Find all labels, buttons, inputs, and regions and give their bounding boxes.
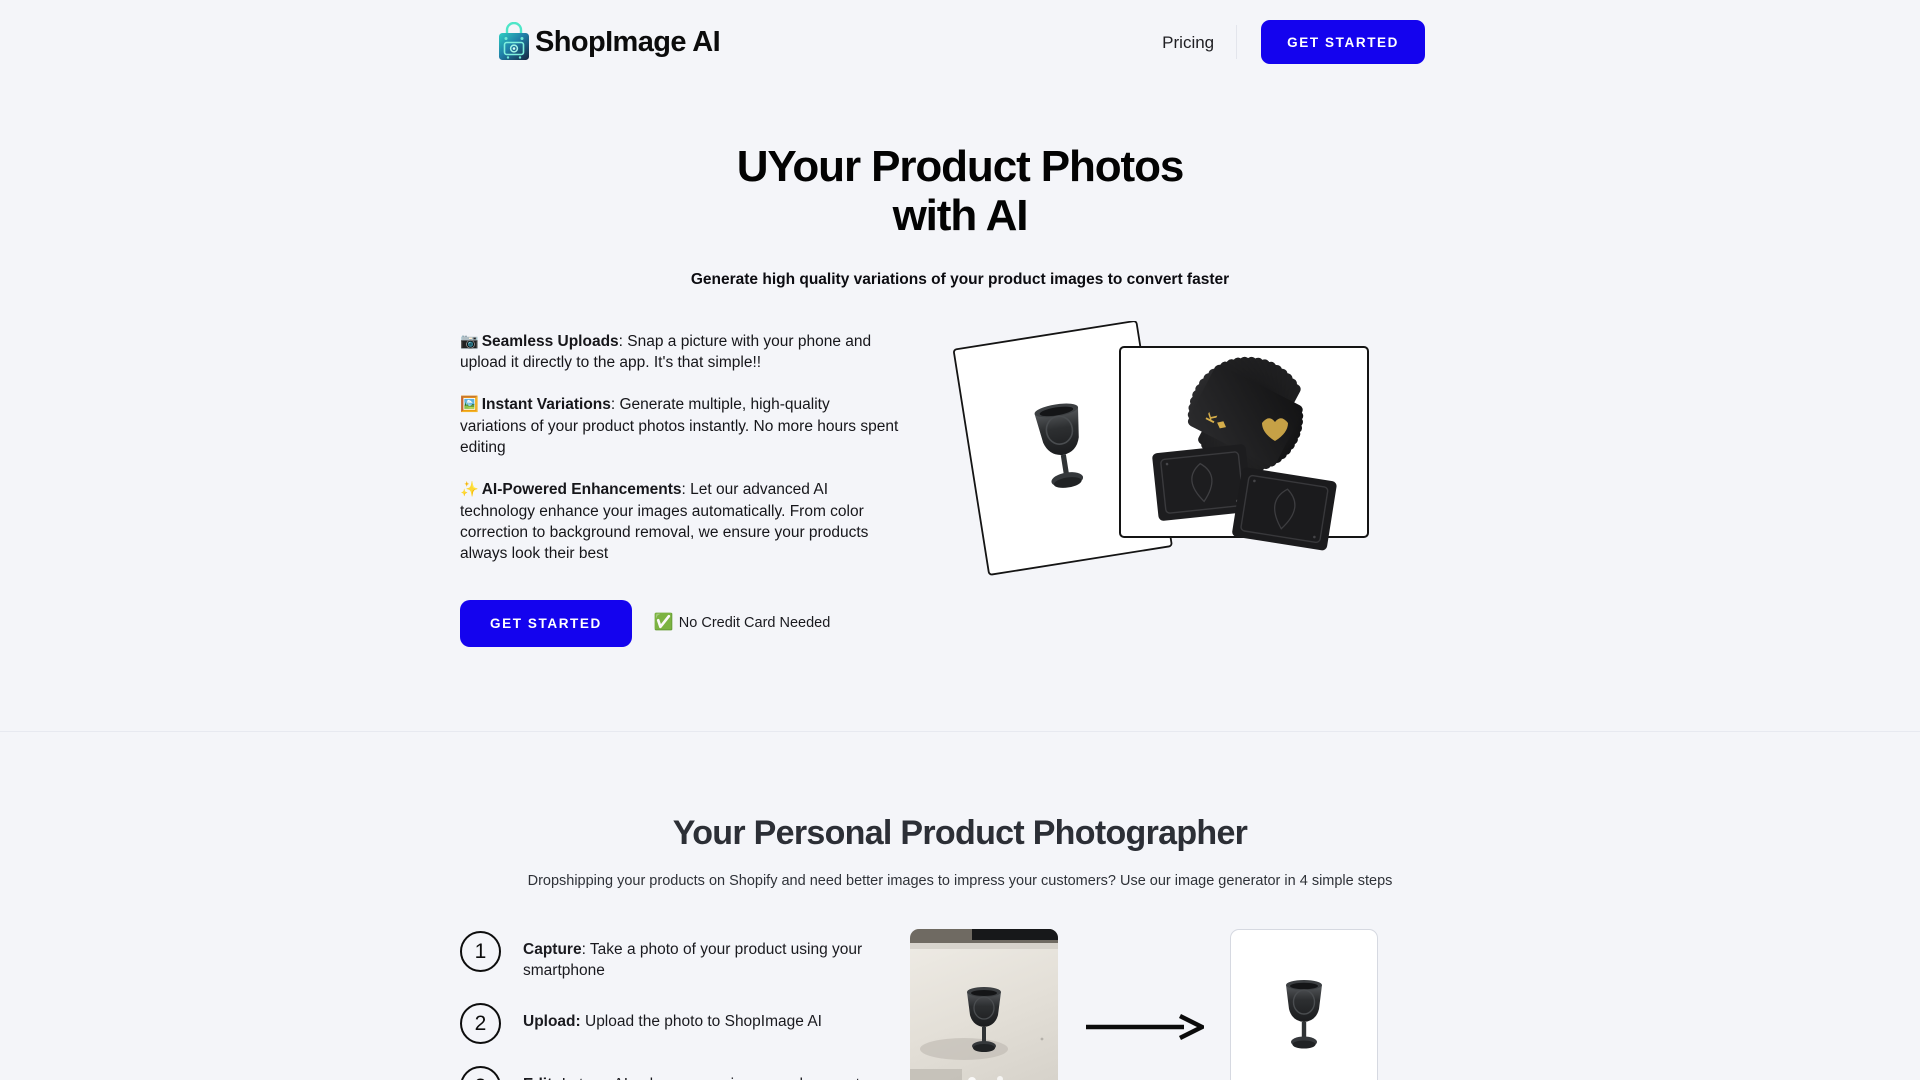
sparkles-emoji-icon: ✨: [460, 481, 479, 499]
shopping-bag-camera-logo-icon: [495, 22, 533, 62]
page-title: UYour Product Photos with AI: [0, 142, 1920, 241]
framed-picture-emoji-icon: 🖼️: [460, 396, 479, 414]
feature-item: ✨ AI-Powered Enhancements: Let our advanc…: [460, 479, 900, 564]
step-text: Upload: Upload the photo to ShopImage AI: [523, 1003, 822, 1032]
no-credit-card-label: No Credit Card Needed: [678, 615, 831, 632]
step-title: Edit:: [523, 1076, 557, 1080]
hero-subtitle: Generate high quality variations of your…: [690, 270, 1230, 288]
header-inner: ShopImage AI Pricing GET STARTED: [0, 20, 1920, 64]
step-number-badge: 3: [460, 1065, 501, 1080]
hero-get-started-button[interactable]: GET STARTED: [460, 599, 632, 647]
no-credit-card-note: ✅ No Credit Card Needed: [653, 614, 831, 632]
nav-divider: [1236, 25, 1238, 59]
feature-title: AI-Powered Enhancements: [481, 481, 682, 499]
feature-title: Instant Variations: [481, 396, 611, 414]
steps-body: 1 Capture: Take a photo of your product …: [460, 925, 1460, 1080]
check-mark-icon: ✅: [653, 614, 674, 632]
step-text: Edit: Let our AI enhance your image and …: [523, 1066, 880, 1080]
step-body: Let our AI enhance your image and genera…: [523, 1076, 869, 1080]
step-title: Capture: [523, 940, 582, 958]
hero-title-line-1: UYour Product Photos: [736, 142, 1185, 191]
feature-item: 📷 Seamless Uploads: Snap a picture with y…: [460, 331, 900, 374]
step-number-badge: 1: [460, 930, 501, 972]
list-item: 3 Edit: Let our AI enhance your image an…: [460, 1065, 880, 1080]
hero-feature-list: 📷 Seamless Uploads: Snap a picture with y…: [460, 321, 900, 647]
brand-name: ShopImage AI: [535, 25, 721, 58]
hero-section: UYour Product Photos with AI Generate hi…: [0, 84, 1920, 732]
nav-link-pricing[interactable]: Pricing: [1162, 34, 1236, 51]
step-body: Upload the photo to ShopImage AI: [580, 1012, 822, 1030]
hero-body: 📷 Seamless Uploads: Snap a picture with y…: [460, 320, 1460, 647]
list-item: 2 Upload: Upload the photo to ShopImage …: [460, 1002, 880, 1044]
before-after-comparison: [910, 925, 1378, 1080]
feature-item: 🖼️ Instant Variations: Generate multiple,…: [460, 394, 900, 458]
hero-title-line-2: with AI: [892, 191, 1029, 241]
section-subtitle: Dropshipping your products on Shopify an…: [527, 872, 1393, 889]
before-image: [910, 928, 1058, 1080]
how-it-works-section: Your Personal Product Photographer Drops…: [0, 732, 1920, 1080]
step-number-badge: 2: [460, 1002, 501, 1044]
site-header: ShopImage AI Pricing GET STARTED: [0, 0, 1920, 84]
feature-title: Seamless Uploads: [481, 332, 619, 350]
step-text: Capture: Take a photo of your product us…: [523, 931, 880, 981]
header-get-started-button[interactable]: GET STARTED: [1261, 20, 1425, 64]
list-item: 1 Capture: Take a photo of your product …: [460, 930, 880, 981]
hero-cta-row: GET STARTED ✅ No Credit Card Needed: [460, 599, 900, 647]
section-title: Your Personal Product Photographer: [672, 813, 1248, 852]
hero-product-image: A 2 3 4 5 6 7 8 9 10 J Q K: [948, 320, 1388, 581]
brand-logo-link[interactable]: ShopImage AI: [495, 22, 721, 62]
steps-list: 1 Capture: Take a photo of your product …: [460, 925, 880, 1080]
header-nav: Pricing GET STARTED: [1162, 20, 1425, 64]
step-title: Upload:: [523, 1012, 581, 1030]
after-image: [1230, 928, 1378, 1080]
right-arrow-icon: [1084, 1012, 1204, 1042]
camera-emoji-icon: 📷: [460, 332, 479, 350]
